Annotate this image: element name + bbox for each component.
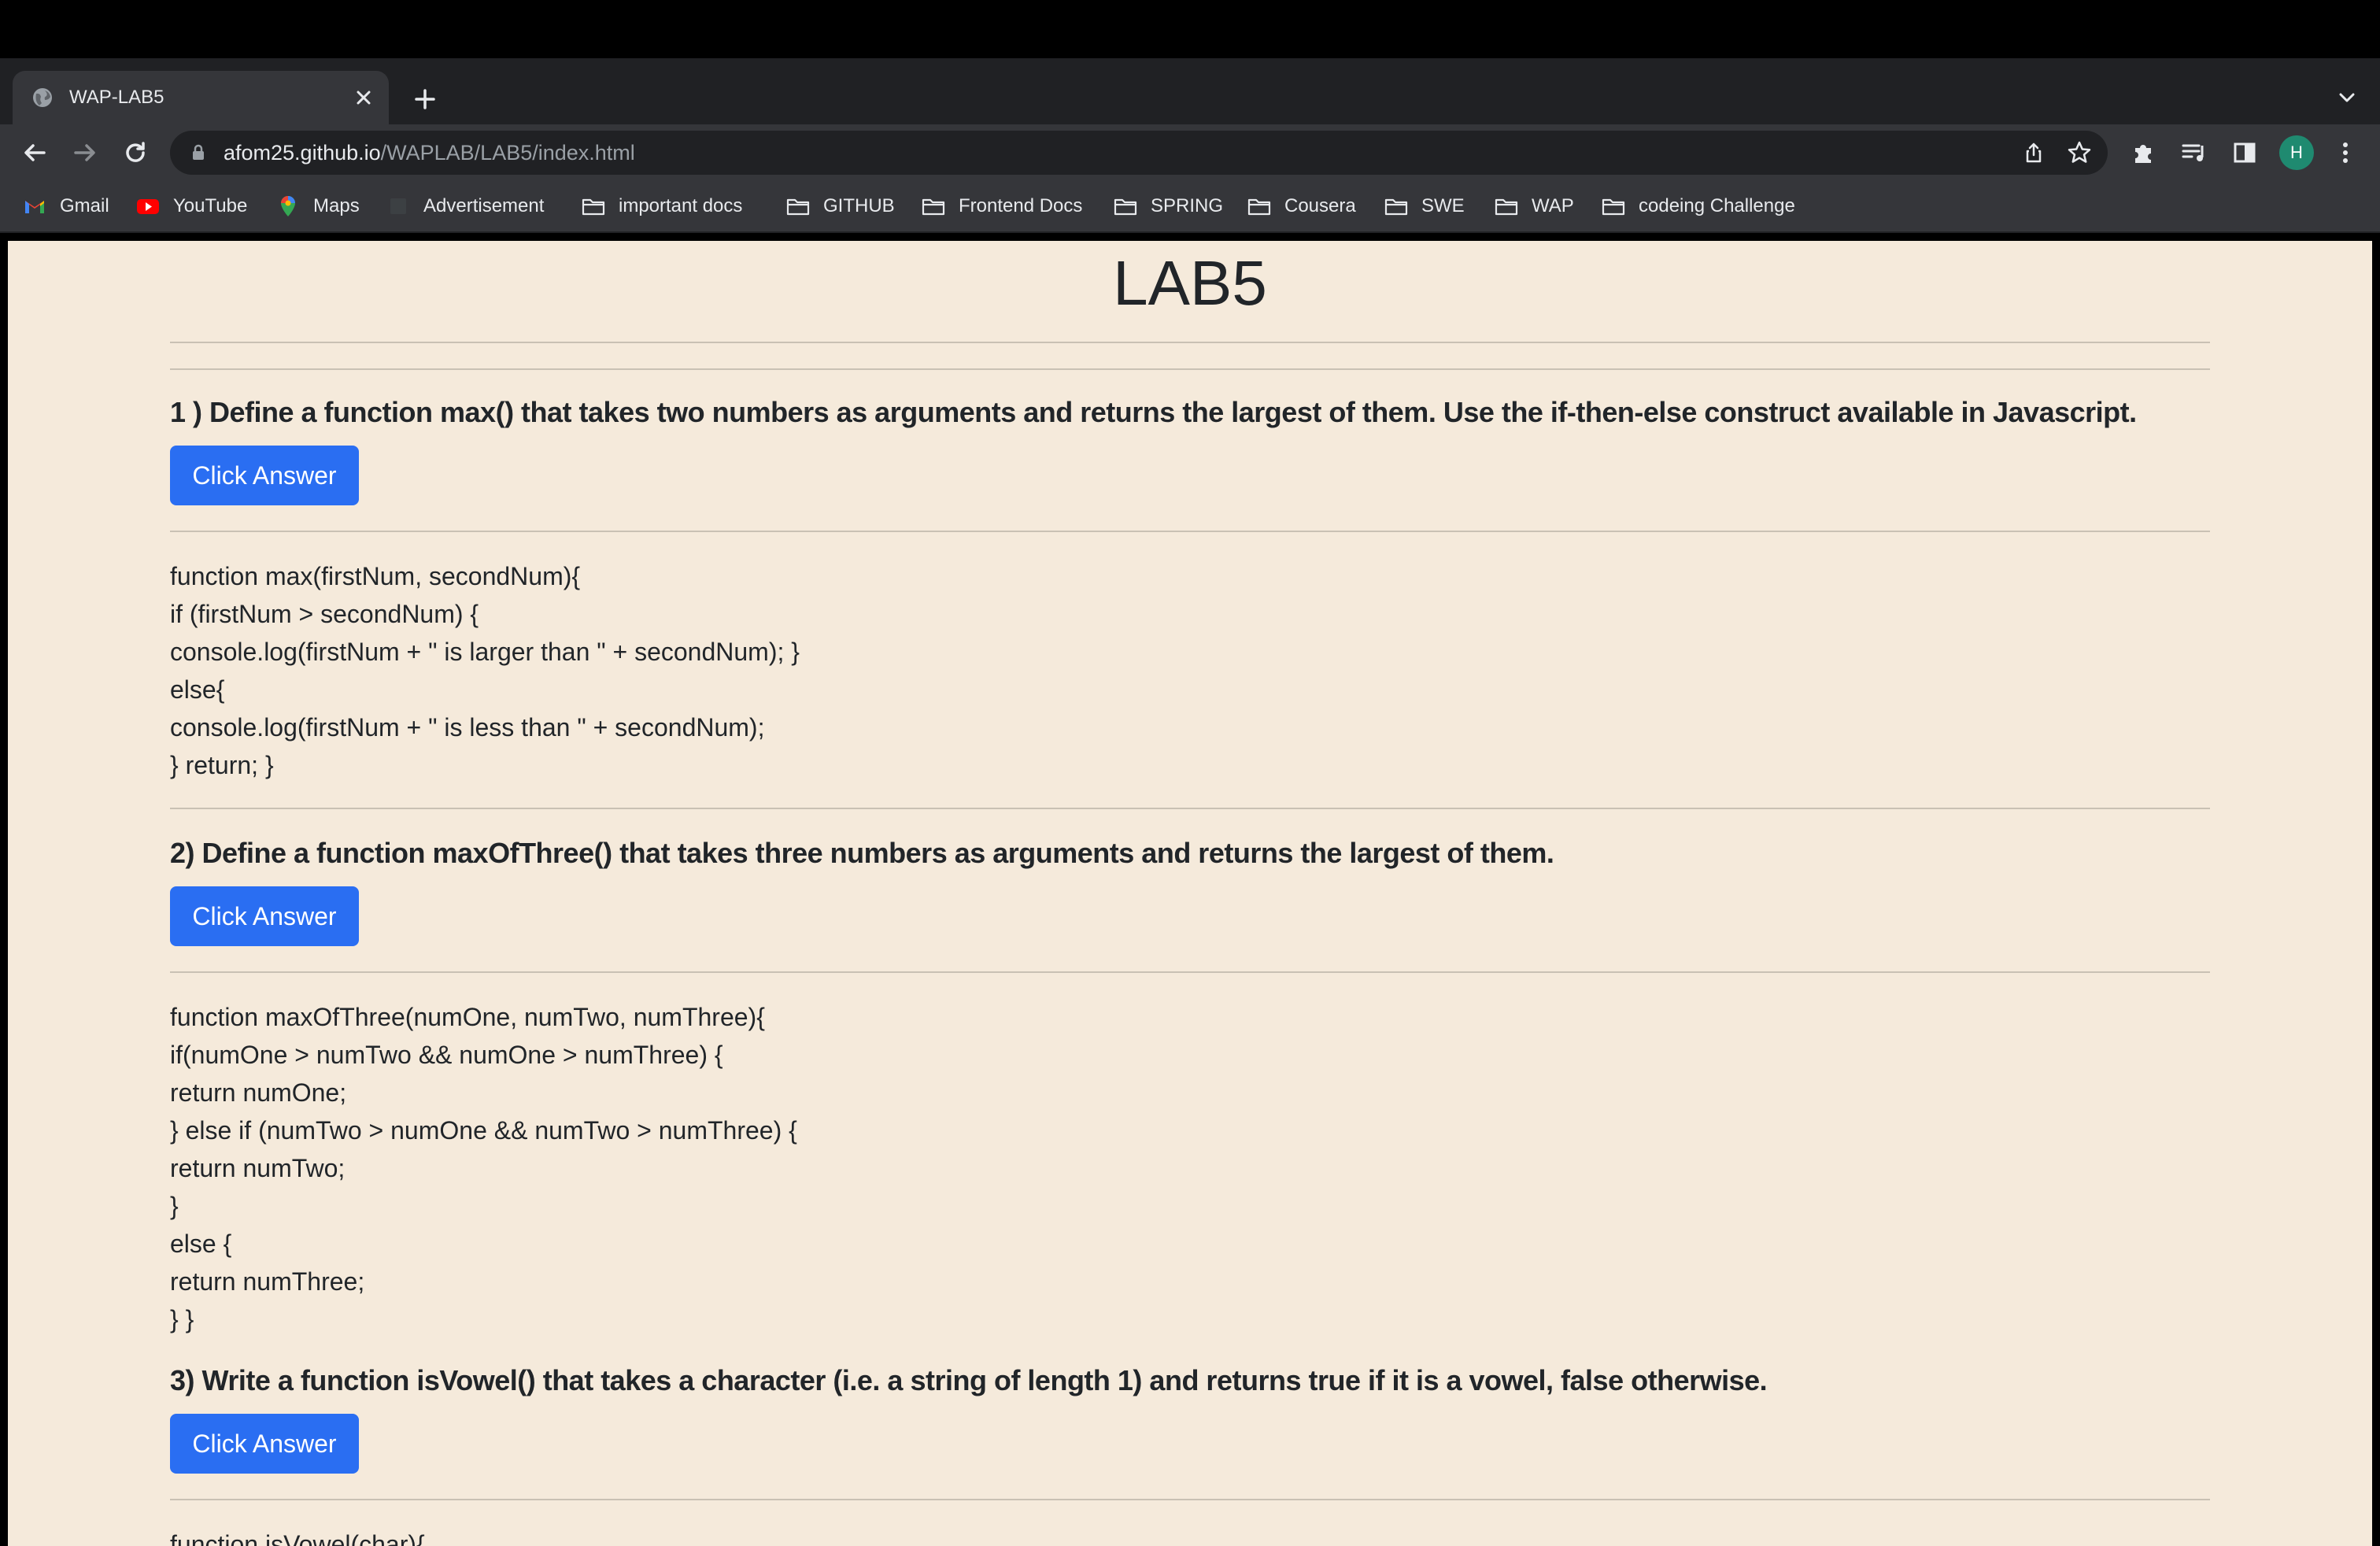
bookmark-maps[interactable]: Maps: [275, 192, 360, 220]
screen: WAP-LAB5 afom25.github.io/WAPLAB/LAB5/in…: [0, 0, 2380, 1546]
star-icon[interactable]: [2065, 139, 2094, 167]
tab-active[interactable]: WAP-LAB5: [13, 71, 389, 124]
bookmark-label: Cousera: [1284, 195, 1356, 216]
youtube-icon: [137, 199, 159, 214]
chevron-down-icon[interactable]: [2333, 83, 2361, 112]
folder-icon: [922, 198, 945, 216]
code-line: function max(firstNum, secondNum){: [170, 562, 581, 590]
bookmark-label: Gmail: [60, 195, 109, 216]
bookmark-label: Frontend Docs: [959, 195, 1083, 216]
lock-icon[interactable]: [189, 143, 208, 162]
bookmark-important-docs[interactable]: important docs: [581, 192, 742, 220]
gmail-icon: [25, 201, 44, 213]
bookmark-label: codeing Challenge: [1639, 195, 1795, 216]
tab-strip: WAP-LAB5: [0, 58, 2380, 124]
bookmark-advertisement[interactable]: Advertisement: [386, 192, 544, 220]
question-3-heading: 3) Write a function isVowel() that takes…: [170, 1364, 1768, 1396]
plus-icon[interactable]: [409, 83, 441, 115]
divider: [170, 808, 2210, 809]
bookmark-label: WAP: [1532, 195, 1574, 216]
share-icon[interactable]: [2021, 140, 2046, 165]
bookmark-gmail[interactable]: Gmail: [22, 192, 109, 220]
code-line: function isVowel(char){: [170, 1530, 425, 1546]
code-line: function maxOfThree(numOne, numTwo, numT…: [170, 1003, 765, 1031]
bookmark-spring[interactable]: SPRING: [1113, 192, 1223, 220]
side-panel-icon[interactable]: [2229, 137, 2260, 168]
menu-bar-area: [0, 0, 2380, 58]
bookmark-frontend-docs[interactable]: Frontend Docs: [921, 192, 1082, 220]
bookmark-label: Advertisement: [423, 195, 545, 216]
code-line: if(numOne > numTwo && numOne > numThree)…: [170, 1041, 723, 1069]
folder-icon: [1247, 198, 1271, 216]
forward-arrow-icon[interactable]: [69, 137, 101, 168]
maps-icon: [281, 196, 295, 216]
bookmark-swe[interactable]: SWE: [1384, 192, 1465, 220]
code-line: } }: [170, 1305, 194, 1333]
question-1-heading: 1 ) Define a function max() that takes t…: [170, 396, 2137, 428]
divider: [170, 971, 2210, 973]
bookmarks-bar: Gmail YouTube Maps Advertisement importa…: [0, 181, 2380, 233]
bookmark-label: important docs: [619, 195, 743, 216]
code-line: }: [170, 1192, 179, 1220]
code-line: else{: [170, 675, 225, 704]
address-bar[interactable]: afom25.github.io/WAPLAB/LAB5/index.html: [170, 131, 2108, 175]
code-line: } else if (numTwo > numOne && numTwo > n…: [170, 1116, 797, 1145]
bookmark-github[interactable]: GITHUB: [785, 192, 895, 220]
code-line: return numThree;: [170, 1267, 365, 1296]
click-answer-button[interactable]: Click Answer: [170, 446, 359, 505]
divider: [170, 342, 2210, 343]
globe-icon: [33, 88, 52, 107]
answer-code-block: function isVowel(char){: [170, 1526, 2210, 1546]
code-line: return numTwo;: [170, 1154, 346, 1182]
folder-icon: [1384, 198, 1408, 216]
divider: [170, 368, 2210, 370]
url-host: afom25.github.io: [224, 141, 381, 165]
answer-code-block: function maxOfThree(numOne, numTwo, numT…: [170, 998, 2210, 1338]
bookmark-youtube[interactable]: YouTube: [135, 192, 247, 220]
divider: [170, 531, 2210, 532]
url-text[interactable]: afom25.github.io/WAPLAB/LAB5/index.html: [224, 140, 635, 165]
code-line: console.log(firstNum + " is less than " …: [170, 713, 765, 742]
bookmark-label: YouTube: [173, 195, 248, 216]
folder-icon: [786, 198, 810, 216]
back-arrow-icon[interactable]: [19, 137, 50, 168]
bookmark-label: SPRING: [1151, 195, 1224, 216]
bookmark-cousera[interactable]: Cousera: [1247, 192, 1356, 220]
bookmark-label: Maps: [313, 195, 360, 216]
code-line: if (firstNum > secondNum) {: [170, 600, 479, 628]
bookmark-label: SWE: [1421, 195, 1465, 216]
page-viewport: LAB5 1 ) Define a function max() that ta…: [0, 233, 2380, 1546]
url-path: /WAPLAB/LAB5/index.html: [380, 141, 635, 165]
bookmark-wap[interactable]: WAP: [1494, 192, 1574, 220]
click-answer-button[interactable]: Click Answer: [170, 886, 359, 946]
profile-avatar[interactable]: H: [2279, 135, 2314, 170]
folder-icon: [582, 198, 605, 216]
click-answer-button[interactable]: Click Answer: [170, 1414, 359, 1474]
media-queue-icon[interactable]: [2179, 137, 2210, 168]
reload-icon[interactable]: [120, 137, 151, 168]
bookmark-label: GITHUB: [823, 195, 895, 216]
folder-icon: [1602, 198, 1625, 216]
page-icon: [390, 198, 406, 214]
code-line: console.log(firstNum + " is larger than …: [170, 638, 800, 666]
bookmark-codeing-challenge[interactable]: codeing Challenge: [1601, 192, 1795, 220]
folder-icon: [1495, 198, 1518, 216]
code-line: else {: [170, 1230, 232, 1258]
page-body: LAB5 1 ) Define a function max() that ta…: [8, 241, 2372, 1546]
close-icon[interactable]: [351, 85, 376, 110]
divider: [170, 1499, 2210, 1500]
code-line: return numOne;: [170, 1078, 347, 1107]
tab-title: WAP-LAB5: [69, 87, 164, 108]
extensions-puzzle-icon[interactable]: [2128, 137, 2160, 168]
code-line: } return; }: [170, 751, 274, 779]
page-title: LAB5: [1113, 248, 1267, 318]
answer-code-block: function max(firstNum, secondNum){ if (fi…: [170, 557, 2210, 784]
kebab-menu-icon[interactable]: [2330, 137, 2361, 168]
question-2-heading: 2) Define a function maxOfThree() that t…: [170, 837, 1554, 869]
folder-icon: [1114, 198, 1137, 216]
browser-toolbar: afom25.github.io/WAPLAB/LAB5/index.html …: [0, 124, 2380, 181]
